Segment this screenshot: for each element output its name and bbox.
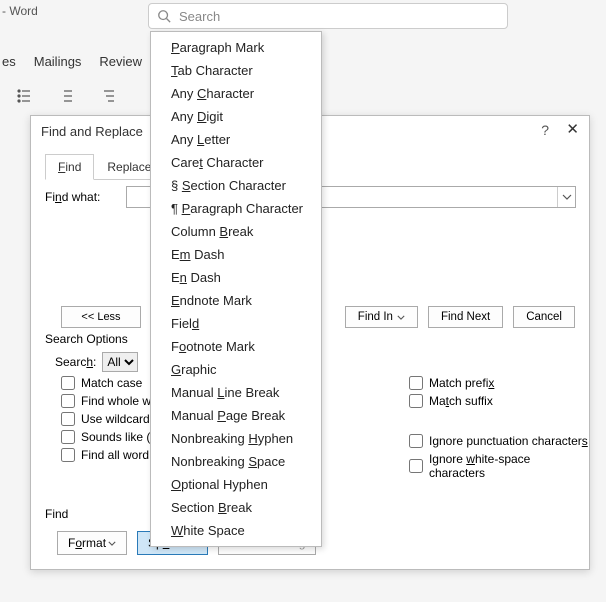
special-menu-item[interactable]: Nonbreaking Space — [151, 450, 321, 473]
search-direction-label: Search: — [55, 355, 96, 369]
special-menu-item[interactable]: Any Letter — [151, 128, 321, 151]
special-menu-item[interactable]: ¶ Paragraph Character — [151, 197, 321, 220]
find-all-word-forms-checkbox[interactable]: Find all word — [61, 448, 151, 462]
special-menu-item[interactable]: White Space — [151, 519, 321, 542]
special-menu-item[interactable]: Paragraph Mark — [151, 36, 321, 59]
match-suffix-checkbox[interactable]: Match suffix — [409, 394, 494, 408]
format-button[interactable]: Format — [57, 531, 127, 555]
tab-find[interactable]: Find — [45, 154, 94, 180]
ribbon-tab-mailings[interactable]: Mailings — [34, 54, 82, 69]
search-direction-select[interactable]: All — [102, 352, 138, 372]
ribbon-tabs: es Mailings Review — [0, 54, 142, 69]
dialog-title: Find and Replace — [41, 124, 143, 139]
special-menu-item[interactable]: Any Digit — [151, 105, 321, 128]
special-menu-item[interactable]: Any Character — [151, 82, 321, 105]
chevron-down-icon — [108, 541, 116, 546]
numbering-icon[interactable] — [56, 86, 80, 106]
ignore-punctuation-checkbox[interactable]: Ignore punctuation characters — [409, 434, 589, 448]
find-what-label: Find what: — [45, 190, 100, 204]
ribbon-toolbar — [14, 86, 122, 106]
special-menu-item[interactable]: Tab Character — [151, 59, 321, 82]
options-right-column-bottom: Ignore punctuation characters Ignore whi… — [409, 434, 589, 480]
special-menu-item[interactable]: Footnote Mark — [151, 335, 321, 358]
find-next-button[interactable]: Find Next — [428, 306, 503, 328]
match-prefix-checkbox[interactable]: Match prefix — [409, 376, 494, 390]
special-menu-item[interactable]: Caret Character — [151, 151, 321, 174]
ignore-whitespace-checkbox[interactable]: Ignore white-space characters — [409, 452, 589, 480]
bullets-icon[interactable] — [14, 86, 38, 106]
search-icon — [157, 9, 171, 23]
special-menu-item[interactable]: Section Break — [151, 496, 321, 519]
use-wildcards-checkbox[interactable]: Use wildcard — [61, 412, 151, 426]
multilevel-list-icon[interactable] — [98, 86, 122, 106]
special-menu-item[interactable]: En Dash — [151, 266, 321, 289]
ribbon-tab-review[interactable]: Review — [99, 54, 142, 69]
special-menu-item[interactable]: Field — [151, 312, 321, 335]
special-menu-item[interactable]: Manual Line Break — [151, 381, 321, 404]
dialog-tabs: Find Replace — [45, 154, 165, 180]
search-options-label: Search Options — [45, 332, 128, 346]
special-menu-item[interactable]: Graphic — [151, 358, 321, 381]
chevron-down-icon[interactable] — [557, 187, 575, 207]
special-menu-item[interactable]: Optional Hyphen — [151, 473, 321, 496]
special-menu-item[interactable]: Manual Page Break — [151, 404, 321, 427]
special-dropdown-menu: Paragraph MarkTab CharacterAny Character… — [150, 31, 322, 547]
options-left-column: Match case Find whole w Use wildcard Sou… — [61, 376, 151, 462]
chevron-down-icon — [397, 315, 405, 320]
match-case-checkbox[interactable]: Match case — [61, 376, 151, 390]
special-menu-item[interactable]: § Section Character — [151, 174, 321, 197]
search-placeholder: Search — [179, 9, 220, 24]
search-box[interactable]: Search — [148, 3, 508, 29]
ribbon-tab-partial[interactable]: es — [2, 54, 16, 69]
special-menu-item[interactable]: Column Break — [151, 220, 321, 243]
options-right-column-top: Match prefix Match suffix — [409, 376, 494, 408]
cancel-button[interactable]: Cancel — [513, 306, 575, 328]
sounds-like-checkbox[interactable]: Sounds like ( — [61, 430, 151, 444]
special-menu-item[interactable]: Nonbreaking Hyphen — [151, 427, 321, 450]
help-button[interactable]: ? — [541, 122, 549, 138]
find-in-button[interactable]: Find In — [345, 306, 418, 328]
action-buttons: Find In Find Next Cancel — [345, 306, 575, 328]
search-direction: Search: All — [55, 352, 138, 372]
close-button[interactable]: ✕ — [566, 120, 579, 138]
find-whole-words-checkbox[interactable]: Find whole w — [61, 394, 151, 408]
less-button[interactable]: << Less — [61, 306, 141, 328]
app-title: - Word — [0, 4, 38, 18]
find-section-label: Find — [45, 507, 68, 521]
special-menu-item[interactable]: Endnote Mark — [151, 289, 321, 312]
special-menu-item[interactable]: Em Dash — [151, 243, 321, 266]
